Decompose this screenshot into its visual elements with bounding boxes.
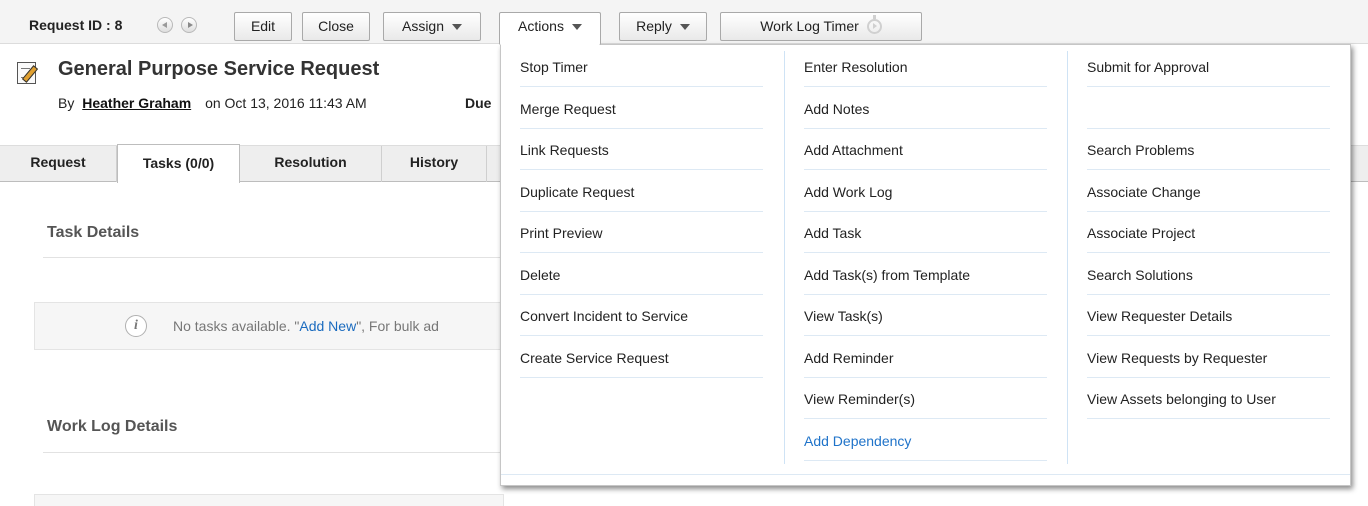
column-divider: [1067, 51, 1068, 464]
tab-resolution[interactable]: Resolution: [240, 146, 382, 182]
no-tasks-prefix: No tasks available. ": [173, 318, 300, 334]
assign-label: Assign: [401, 18, 445, 34]
menu-item-convert-incident-to-service[interactable]: Convert Incident to Service: [520, 294, 763, 336]
task-details-heading: Task Details: [47, 224, 140, 241]
actions-dropdown[interactable]: Actions: [499, 12, 601, 45]
menu-item-view-requests-by-requester[interactable]: View Requests by Requester: [1087, 336, 1330, 378]
menu-item-stop-timer[interactable]: Stop Timer: [520, 45, 763, 87]
no-tasks-suffix: ", For bulk ad: [356, 318, 439, 334]
menu-item-associate-project[interactable]: Associate Project: [1087, 211, 1330, 253]
reply-dropdown[interactable]: Reply: [619, 12, 707, 41]
requester-link[interactable]: Heather Graham: [82, 95, 191, 111]
chevron-down-icon: [571, 24, 582, 31]
request-toolbar: Request ID : 8 Edit Close Assign Actions…: [0, 0, 1368, 45]
menu-item-search-solutions[interactable]: Search Solutions: [1087, 253, 1330, 295]
request-byline: By Heather Graham on Oct 13, 2016 11:43 …: [58, 95, 367, 111]
work-log-details-heading: Work Log Details: [47, 418, 178, 435]
menu-item-view-task-s[interactable]: View Task(s): [804, 294, 1047, 336]
menu-item-add-attachment[interactable]: Add Attachment: [804, 128, 1047, 170]
menu-item-view-requester-details[interactable]: View Requester Details: [1087, 294, 1330, 336]
menu-item-add-task[interactable]: Add Task: [804, 211, 1047, 253]
menu-item-add-reminder[interactable]: Add Reminder: [804, 336, 1047, 378]
menu-item-add-work-log[interactable]: Add Work Log: [804, 170, 1047, 212]
chevron-down-icon: [452, 24, 463, 31]
menu-item-view-assets-belonging-to-user[interactable]: View Assets belonging to User: [1087, 377, 1330, 419]
due-label: Due: [465, 95, 492, 111]
menu-item-enter-resolution[interactable]: Enter Resolution: [804, 45, 1047, 87]
work-log-timer-button[interactable]: Work Log Timer: [720, 12, 922, 41]
on-label: on: [205, 95, 221, 111]
menu-item-associate-change[interactable]: Associate Change: [1087, 170, 1330, 212]
request-id-label: Request ID : 8: [29, 17, 123, 33]
divider: [43, 257, 513, 258]
menu-item-submit-for-approval[interactable]: Submit for Approval: [1087, 45, 1330, 87]
tab-request[interactable]: Request: [0, 146, 117, 182]
menu-item-print-preview[interactable]: Print Preview: [520, 211, 763, 253]
request-title: General Purpose Service Request: [58, 58, 380, 80]
menu-item-create-service-request[interactable]: Create Service Request: [520, 336, 763, 378]
menu-bottom-rule: [501, 474, 1350, 475]
menu-item-add-task-s-from-template[interactable]: Add Task(s) from Template: [804, 253, 1047, 295]
work-log-timer-label: Work Log Timer: [760, 18, 859, 34]
menu-item-add-notes[interactable]: Add Notes: [804, 87, 1047, 129]
menu-item-duplicate-request[interactable]: Duplicate Request: [520, 170, 763, 212]
menu-item-add-dependency[interactable]: Add Dependency: [804, 419, 1047, 461]
menu-item-merge-request[interactable]: Merge Request: [520, 87, 763, 129]
created-date: Oct 13, 2016 11:43 AM: [224, 95, 367, 111]
menu-item-view-reminder-s[interactable]: View Reminder(s): [804, 377, 1047, 419]
request-edit-icon: [17, 62, 36, 84]
column-divider: [784, 51, 785, 464]
menu-item-search-problems[interactable]: Search Problems: [1087, 128, 1330, 170]
no-tasks-message: i No tasks available. "Add New", For bul…: [34, 302, 504, 350]
tab-tasks[interactable]: Tasks (0/0): [117, 144, 240, 183]
no-tasks-text: No tasks available. "Add New", For bulk …: [173, 318, 439, 334]
assign-dropdown[interactable]: Assign: [383, 12, 481, 41]
menu-item-link-requests[interactable]: Link Requests: [520, 128, 763, 170]
reply-label: Reply: [636, 18, 672, 34]
chevron-down-icon: [679, 24, 690, 31]
menu-item-delete[interactable]: Delete: [520, 253, 763, 295]
close-button[interactable]: Close: [302, 12, 370, 41]
divider: [43, 452, 513, 453]
add-new-task-link[interactable]: Add New: [299, 318, 356, 334]
actions-label: Actions: [518, 18, 564, 34]
by-label: By: [58, 95, 75, 111]
previous-request-icon[interactable]: [157, 17, 173, 33]
tab-history[interactable]: History: [382, 146, 487, 182]
menu-spacer: [1087, 87, 1330, 129]
next-request-icon[interactable]: [181, 17, 197, 33]
info-icon: i: [125, 315, 147, 337]
edit-button[interactable]: Edit: [234, 12, 292, 41]
actions-menu: Stop Timer Merge Request Link Requests Dupl…: [500, 44, 1351, 486]
stopwatch-icon: [866, 14, 882, 34]
work-log-box: [34, 494, 504, 506]
